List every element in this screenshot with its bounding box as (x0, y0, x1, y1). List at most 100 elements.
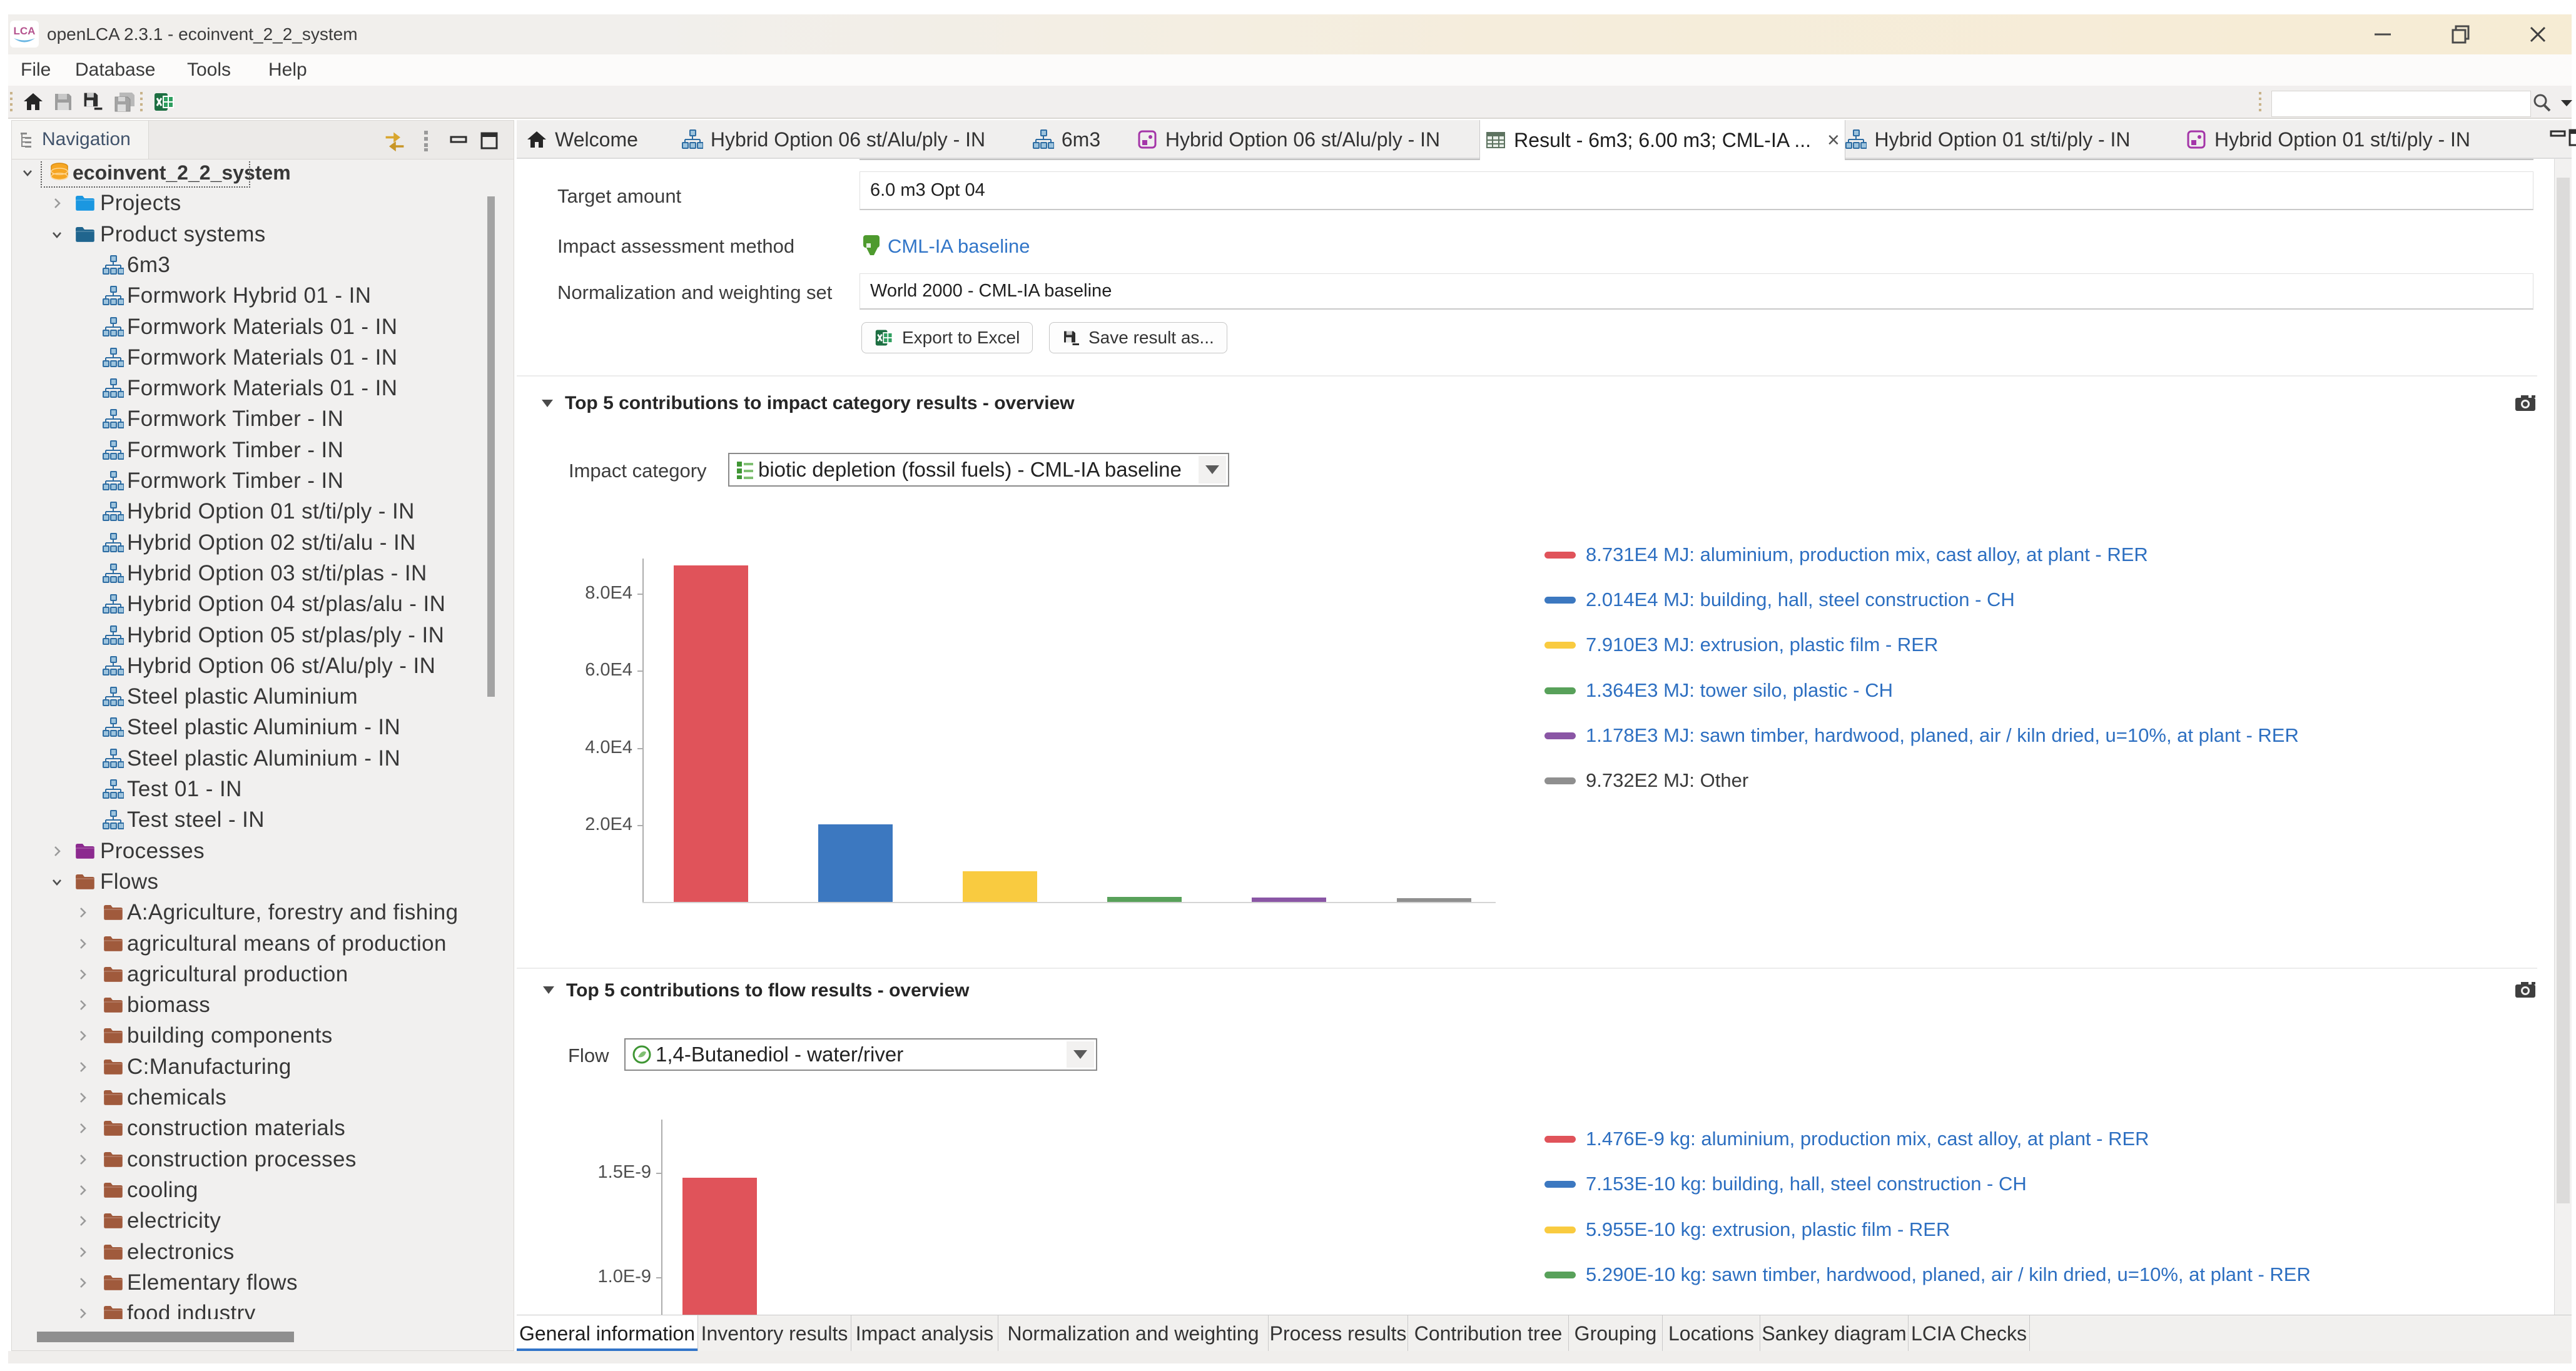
legend-entry[interactable]: 7.910E3 MJ: extrusion, plastic film - RE… (1544, 634, 1938, 656)
tree-item-agricultural-production[interactable]: agricultural production (12, 959, 514, 990)
editor-tab-result-6m3-6-00-m3-cml-ia[interactable]: Result - 6m3; 6.00 m3; CML-IA ...× (1479, 120, 1845, 160)
legend-entry[interactable]: 9.732E2 MJ: Other (1544, 769, 1748, 792)
tree-item-ecoinvent-2-2-system[interactable]: ecoinvent_2_2_system (12, 160, 514, 188)
editor-tab-hybrid-option-06-st-alu-ply-in[interactable]: Hybrid Option 06 st/Alu/ply - IN (1119, 120, 1458, 159)
chevron-right-icon[interactable] (76, 998, 89, 1012)
section-collapse-icon[interactable] (542, 400, 553, 407)
tree-item-steel-plastic-aluminium-in[interactable]: Steel plastic Aluminium - IN (12, 743, 514, 774)
save-result-button[interactable]: Save result as... (1049, 322, 1227, 353)
tree-item-biomass[interactable]: biomass (12, 989, 514, 1021)
tree-item-formwork-materials-01-in[interactable]: Formwork Materials 01 - IN (12, 373, 514, 404)
flow-combo[interactable]: 1,4-Butanediol - water/river (624, 1038, 1097, 1071)
result-tab-normalization-and-weighting[interactable]: Normalization and weighting (998, 1315, 1269, 1352)
tree-item-food-industry[interactable]: food industry (12, 1298, 514, 1319)
editor-tab-6m3[interactable]: 6m3 (1014, 120, 1119, 159)
search-dropdown-icon[interactable] (2559, 96, 2574, 118)
tree-item-construction-materials[interactable]: construction materials (12, 1113, 514, 1144)
legend-label[interactable]: 7.153E-10 kg: building, hall, steel cons… (1586, 1173, 2027, 1195)
legend-label[interactable]: 5.955E-10 kg: extrusion, plastic film - … (1586, 1218, 1950, 1241)
legend-label[interactable]: 8.731E4 MJ: aluminium, production mix, c… (1586, 544, 2148, 566)
restore-window-button[interactable] (2433, 14, 2489, 54)
legend-label[interactable]: 2.014E4 MJ: building, hall, steel constr… (1586, 589, 2015, 611)
tree-item-formwork-timber-in[interactable]: Formwork Timber - IN (12, 465, 514, 497)
chevron-right-icon[interactable] (76, 1183, 89, 1197)
navigation-horizontal-scrollbar[interactable] (37, 1332, 294, 1342)
minimize-view-icon[interactable] (447, 129, 470, 152)
tree-item-formwork-materials-01-in[interactable]: Formwork Materials 01 - IN (12, 342, 514, 373)
impact-category-combo[interactable]: biotic depletion (fossil fuels) - CML-IA… (728, 453, 1229, 487)
legend-label[interactable]: 1.178E3 MJ: sawn timber, hardwood, plane… (1586, 724, 2299, 747)
result-tab-general-information[interactable]: General information (517, 1315, 698, 1352)
tree-item-hybrid-option-04-st-plas-alu-in[interactable]: Hybrid Option 04 st/plas/alu - IN (12, 589, 514, 620)
tree-item-test-01-in[interactable]: Test 01 - IN (12, 774, 514, 805)
tree-item-formwork-timber-in[interactable]: Formwork Timber - IN (12, 435, 514, 466)
menu-tools[interactable]: Tools (187, 54, 231, 86)
tree-item-formwork-timber-in[interactable]: Formwork Timber - IN (12, 403, 514, 435)
close-tab-icon[interactable]: × (1827, 128, 1840, 153)
tree-item-electricity[interactable]: electricity (12, 1205, 514, 1237)
target-amount-input[interactable]: 6.0 m3 Opt 04 (860, 171, 2533, 210)
chevron-right-icon[interactable] (50, 844, 64, 858)
save-as-icon[interactable] (82, 91, 104, 113)
editor-tab-hybrid-option-01-st-ti-ply-in[interactable]: Hybrid Option 01 st/ti/ply - IN (1830, 120, 2146, 159)
menu-help[interactable]: Help (268, 54, 307, 86)
result-tab-locations[interactable]: Locations (1663, 1315, 1760, 1352)
chevron-right-icon[interactable] (76, 1307, 89, 1319)
tree-item-cooling[interactable]: cooling (12, 1175, 514, 1206)
maximize-view-icon[interactable] (478, 129, 500, 152)
section-collapse-icon[interactable] (543, 986, 554, 994)
legend-entry[interactable]: 1.178E3 MJ: sawn timber, hardwood, plane… (1544, 724, 2299, 747)
chevron-down-icon[interactable] (50, 875, 64, 889)
navigation-view-tab[interactable]: Navigation (12, 121, 149, 159)
chevron-right-icon[interactable] (76, 906, 89, 919)
tree-item-flows[interactable]: Flows (12, 866, 514, 898)
chevron-right-icon[interactable] (76, 1214, 89, 1228)
chevron-right-icon[interactable] (76, 1060, 89, 1074)
chevron-right-icon[interactable] (76, 1276, 89, 1290)
tree-item-processes[interactable]: Processes (12, 836, 514, 867)
editor-scrollbar-thumb[interactable] (2557, 178, 2570, 1203)
result-tab-grouping[interactable]: Grouping (1569, 1315, 1663, 1352)
tree-item-test-steel-in[interactable]: Test steel - IN (12, 804, 514, 836)
combo-dropdown-icon[interactable] (1199, 456, 1226, 483)
tree-item-elementary-flows[interactable]: Elementary flows (12, 1267, 514, 1298)
tree-item-hybrid-option-03-st-ti-plas-in[interactable]: Hybrid Option 03 st/ti/plas - IN (12, 558, 514, 589)
bar[interactable] (1252, 898, 1326, 902)
legend-entry[interactable]: 8.731E4 MJ: aluminium, production mix, c… (1544, 544, 2148, 566)
legend-label[interactable]: 1.364E3 MJ: tower silo, plastic - CH (1586, 679, 1893, 702)
save-icon[interactable] (52, 91, 74, 113)
tree-item-product-systems[interactable]: Product systems (12, 219, 514, 250)
chevron-right-icon[interactable] (76, 1091, 89, 1105)
chevron-right-icon[interactable] (76, 968, 89, 981)
tree-item-chemicals[interactable]: chemicals (12, 1082, 514, 1113)
editor-tab-welcome[interactable]: Welcome (517, 120, 647, 159)
result-tab-contribution-tree[interactable]: Contribution tree (1408, 1315, 1569, 1352)
combo-dropdown-icon[interactable] (1067, 1041, 1094, 1068)
legend-entry[interactable]: 1.364E3 MJ: tower silo, plastic - CH (1544, 679, 1893, 702)
export-excel-button[interactable]: Export to Excel (861, 322, 1033, 353)
search-icon[interactable] (2531, 92, 2553, 114)
chevron-right-icon[interactable] (76, 1153, 89, 1166)
legend-label[interactable]: 7.910E3 MJ: extrusion, plastic film - RE… (1586, 634, 1938, 656)
bar[interactable] (682, 1178, 757, 1315)
tree-item-steel-plastic-aluminium-in[interactable]: Steel plastic Aluminium - IN (12, 712, 514, 743)
save-image-icon[interactable] (2515, 981, 2536, 998)
navigation-vertical-scrollbar[interactable] (487, 196, 495, 697)
tree-item-construction-processes[interactable]: construction processes (12, 1144, 514, 1175)
legend-entry[interactable]: 5.955E-10 kg: extrusion, plastic film - … (1544, 1218, 1950, 1241)
bar[interactable] (818, 824, 893, 902)
editor-tab-hybrid-option-01-st-ti-ply-in[interactable]: Hybrid Option 01 st/ti/ply - IN (2163, 120, 2493, 159)
result-tab-inventory-results[interactable]: Inventory results (698, 1315, 851, 1352)
search-input[interactable] (2271, 91, 2531, 117)
view-menu-icon[interactable] (422, 129, 430, 152)
result-tab-impact-analysis[interactable]: Impact analysis (851, 1315, 998, 1352)
tree-item-agricultural-means-of-production[interactable]: agricultural means of production (12, 928, 514, 959)
result-tab-lcia-checks[interactable]: LCIA Checks (1909, 1315, 2030, 1352)
tree-item-formwork-materials-01-in[interactable]: Formwork Materials 01 - IN (12, 311, 514, 343)
legend-entry[interactable]: 1.476E-9 kg: aluminium, production mix, … (1544, 1128, 2149, 1150)
tree-item-hybrid-option-05-st-plas-ply-in[interactable]: Hybrid Option 05 st/plas/ply - IN (12, 620, 514, 651)
nw-set-input[interactable]: World 2000 - CML-IA baseline (860, 273, 2533, 310)
tree-item-formwork-hybrid-01-in[interactable]: Formwork Hybrid 01 - IN (12, 280, 514, 311)
tree-item-electronics[interactable]: electronics (12, 1237, 514, 1268)
editor-vertical-scrollbar[interactable] (2554, 159, 2572, 1315)
